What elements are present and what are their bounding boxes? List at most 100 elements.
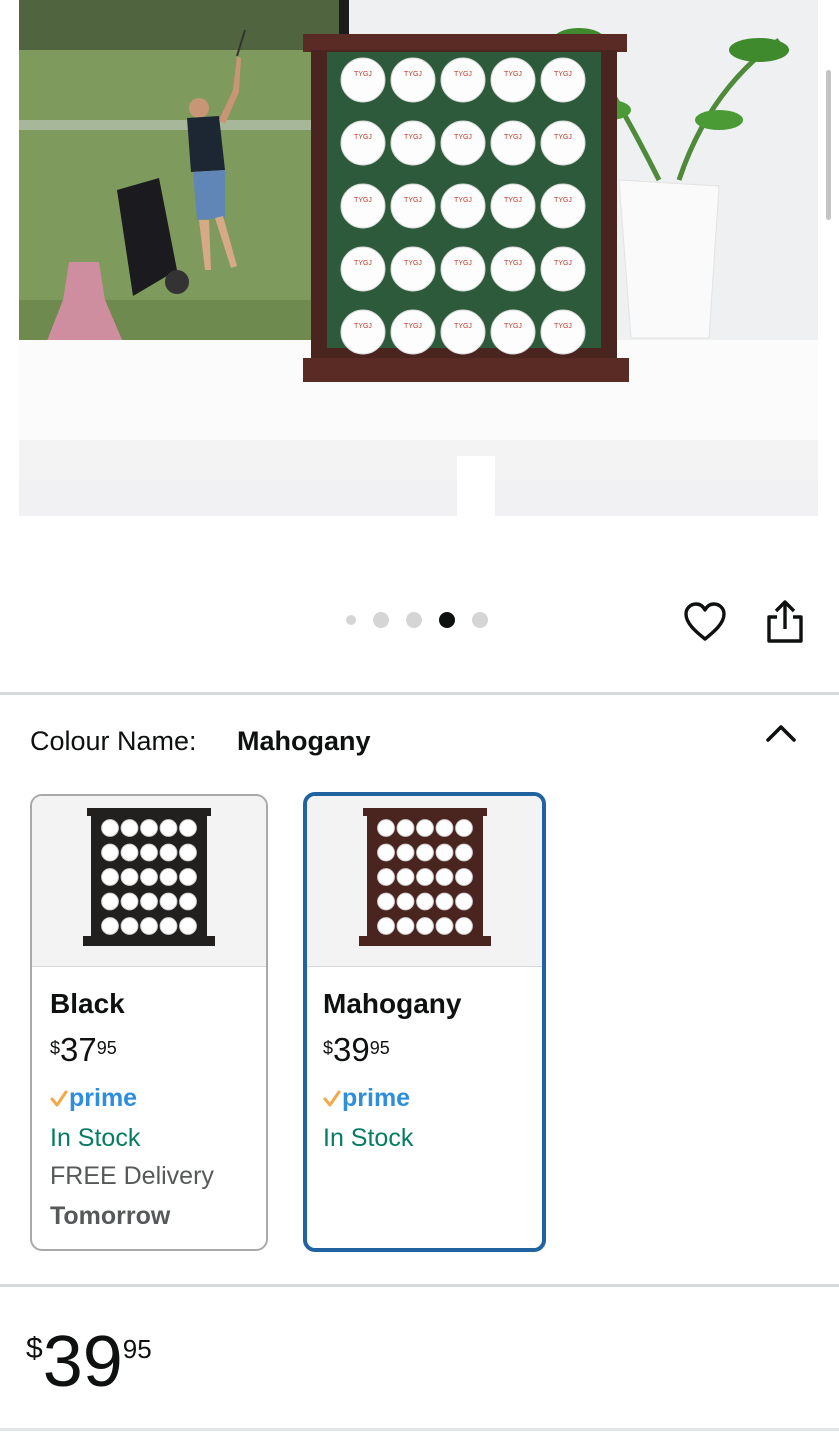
golf-ball (396, 868, 414, 886)
golf-ball (490, 246, 536, 292)
golf-ball (454, 843, 473, 862)
carousel-dot[interactable] (373, 612, 389, 628)
ball-logo: TYGJ (554, 71, 572, 78)
chevron-up-icon (766, 725, 796, 742)
golf-ball (454, 892, 473, 911)
golf-ball (490, 120, 536, 166)
share-button[interactable] (765, 599, 805, 645)
golf-ball (454, 819, 473, 837)
ball-logo: TYGJ (554, 197, 572, 204)
prime-badge: prime (323, 1084, 410, 1113)
ball-logo: TYGJ (404, 134, 422, 141)
colour-option-black[interactable]: Black $ 37 95 prime In Stock FREE Delive… (30, 794, 268, 1251)
carousel-dot[interactable] (406, 612, 422, 628)
product-image[interactable]: TYGJ TYGJ TYGJ TYGJ TYGJ TYGJ TYGJ TYGJ TYGJ TYGJ… (19, 0, 818, 516)
golf-ball (179, 917, 197, 935)
case-base (83, 936, 215, 946)
golf-ball (179, 892, 197, 911)
golf-ball (440, 57, 486, 103)
golf-ball (376, 892, 395, 911)
option-thumbnail (307, 796, 542, 967)
golf-ball (376, 868, 395, 886)
scrollbar-thumb[interactable] (826, 70, 831, 220)
golf-ball (440, 309, 486, 355)
golf-ball (454, 917, 473, 935)
golf-ball (140, 917, 158, 935)
ball-logo: TYGJ (554, 260, 572, 267)
section-divider (0, 1284, 839, 1287)
golf-ball (396, 819, 414, 837)
option-price-whole: 39 (333, 1031, 370, 1068)
golf-ball (140, 892, 158, 911)
golf-ball (415, 892, 434, 911)
golf-ball (340, 246, 386, 292)
golf-ball (490, 309, 536, 355)
golf-ball (435, 892, 453, 911)
ball-logo: TYGJ (504, 323, 522, 330)
golf-ball-case-thumbnail (83, 808, 215, 946)
wishlist-button[interactable] (683, 601, 727, 643)
golf-ball (396, 843, 414, 862)
ball-logo: TYGJ (354, 323, 372, 330)
golf-ball (435, 819, 453, 837)
golf-ball (396, 917, 414, 935)
golf-ball (159, 843, 178, 862)
golf-ball (440, 246, 486, 292)
product-price: $ 39 95 (26, 1322, 152, 1402)
collapse-button[interactable] (764, 720, 798, 746)
variation-label: Colour Name: (30, 726, 197, 756)
carousel-dot[interactable] (346, 615, 356, 625)
ball-logo: TYGJ (554, 323, 572, 330)
golf-ball (396, 892, 414, 911)
golf-ball (101, 843, 119, 862)
golf-ball (120, 917, 139, 935)
section-divider (0, 1428, 839, 1431)
ball-logo: TYGJ (354, 260, 372, 267)
ball-logo: TYGJ (454, 134, 472, 141)
golf-ball (415, 843, 434, 862)
golf-ball (140, 843, 158, 862)
golf-ball (340, 57, 386, 103)
ball-logo: TYGJ (354, 197, 372, 204)
golf-ball (179, 819, 197, 837)
golf-ball (390, 309, 436, 355)
golf-ball (376, 819, 395, 837)
option-price-whole: 37 (60, 1031, 97, 1068)
golf-ball (340, 120, 386, 166)
ball-logo: TYGJ (504, 260, 522, 267)
golf-ball (540, 309, 586, 355)
golf-ball (159, 917, 178, 935)
ball-logo: TYGJ (504, 71, 522, 78)
golf-ball (101, 892, 119, 911)
carousel-dot[interactable] (439, 612, 455, 628)
golf-ball (101, 868, 119, 886)
golf-ball (390, 183, 436, 229)
ball-logo: TYGJ (454, 260, 472, 267)
prime-check-icon (50, 1090, 68, 1106)
option-price: $ 37 95 (50, 1032, 117, 1068)
heart-icon (684, 602, 726, 641)
golf-ball (440, 183, 486, 229)
ball-logo: TYGJ (404, 323, 422, 330)
variation-selected-value: Mahogany (237, 726, 371, 756)
golf-ball (540, 183, 586, 229)
golf-ball (390, 246, 436, 292)
share-icon (767, 600, 803, 643)
golf-ball (390, 120, 436, 166)
golf-ball (159, 868, 178, 886)
golf-ball (376, 843, 395, 862)
colour-option-mahogany[interactable]: Mahogany $ 39 95 prime In Stock (303, 792, 546, 1252)
prime-label: prime (342, 1084, 411, 1112)
option-name: Mahogany (323, 988, 462, 1019)
golf-ball (490, 183, 536, 229)
stock-status: In Stock (323, 1124, 414, 1152)
golf-ball (179, 843, 197, 862)
ball-logo: TYGJ (504, 134, 522, 141)
delivery-date: Tomorrow (50, 1202, 171, 1230)
carousel-dot[interactable] (472, 612, 488, 628)
price-fraction: 95 (122, 1334, 152, 1364)
golf-ball (120, 819, 139, 837)
golf-ball (540, 246, 586, 292)
stock-status: In Stock (50, 1124, 141, 1152)
carousel-indicators (346, 612, 488, 628)
